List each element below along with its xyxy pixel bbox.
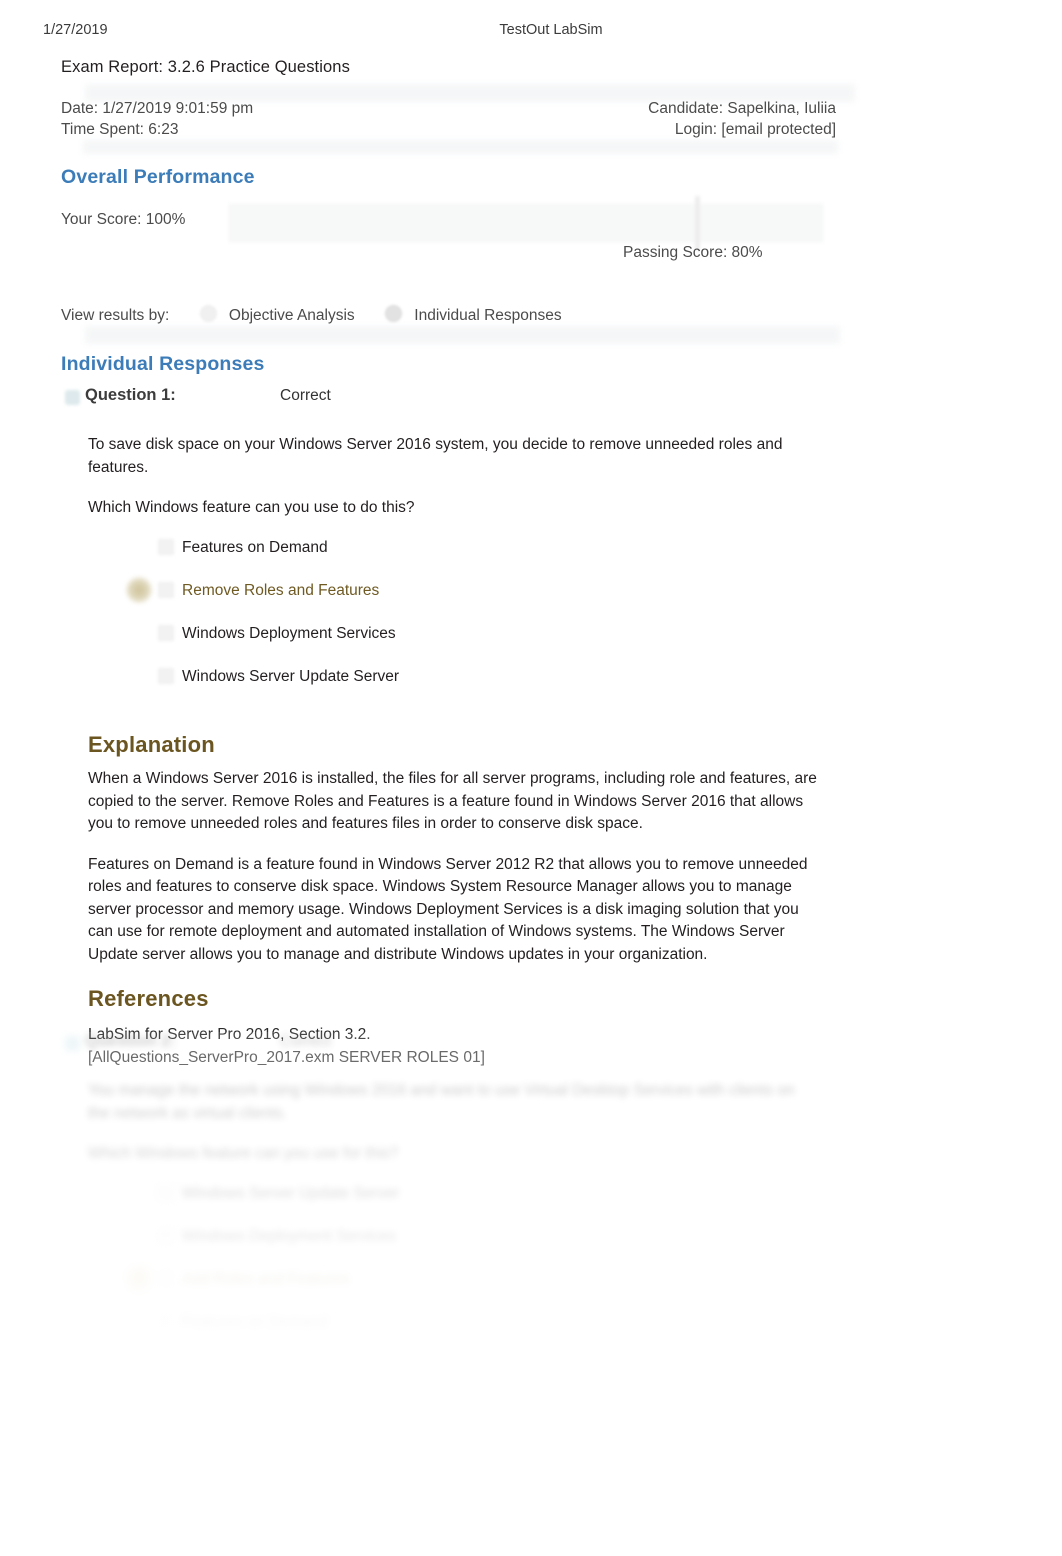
view-results-by: View results by: Objective Analysis Indi… — [61, 305, 572, 325]
answer-radio-icon[interactable] — [158, 1184, 174, 1201]
exam-report-sheet: Exam Report: 3.2.6 Practice Questions Da… — [0, 0, 1062, 1556]
overall-performance-heading: Overall Performance — [61, 166, 255, 188]
page-title: Exam Report: 3.2.6 Practice Questions — [61, 58, 350, 76]
question-stem: To save disk space on your Windows Serve… — [88, 436, 783, 476]
answer-option-label[interactable]: Add Roles and Features — [182, 1271, 349, 1288]
answer-radio-icon[interactable] — [158, 1227, 174, 1244]
question-status: Correct — [280, 387, 331, 404]
answer-option[interactable]: Features on Demand — [88, 1313, 1001, 1356]
answer-options: Windows Server Update Server Windows Dep… — [88, 1184, 1001, 1356]
answer-option-label[interactable]: Windows Server Update Server — [182, 668, 399, 685]
passing-score-marker — [695, 196, 701, 250]
passing-score-label: Passing Score: 80% — [623, 244, 763, 261]
question-body: To save disk space on your Windows Serve… — [88, 434, 1001, 1069]
exam-meta: Date: 1/27/2019 9:01:59 pm Candidate: Sa… — [61, 98, 1001, 140]
radio-individual-responses-icon[interactable] — [384, 305, 402, 322]
your-score-label: Your Score: 100% — [61, 211, 186, 228]
answer-option[interactable]: Windows Deployment Services — [88, 624, 1001, 667]
scan-wash-band — [85, 326, 840, 344]
answer-radio-icon[interactable] — [158, 1313, 174, 1330]
individual-responses-heading: Individual Responses — [61, 353, 265, 375]
explanation-heading: Explanation — [88, 731, 215, 757]
answer-option-selected[interactable]: Add Roles and Features — [88, 1265, 1001, 1313]
question-prompt: Which Windows feature can you use to do … — [88, 499, 415, 516]
question-label: Question 1: — [85, 386, 176, 404]
question-prompt: Which Windows feature can you use for th… — [88, 1145, 399, 1162]
question-header: Question 1: Correct — [61, 386, 1001, 412]
answer-radio-icon[interactable] — [158, 538, 174, 555]
answer-option-label[interactable]: Remove Roles and Features — [182, 582, 379, 599]
score-meter-fill — [229, 204, 823, 242]
scan-wash-band — [83, 140, 838, 154]
answer-radio-icon[interactable] — [158, 667, 174, 684]
question-stem: You manage the network using Windows 201… — [88, 1082, 795, 1122]
view-results-label: View results by: — [61, 307, 170, 324]
explanation-paragraph: Features on Demand is a feature found in… — [88, 855, 808, 963]
answer-radio-icon[interactable] — [158, 624, 174, 641]
question-body: You manage the network using Windows 201… — [88, 1080, 1001, 1356]
score-meter — [228, 196, 824, 250]
radio-objective-analysis-label[interactable]: Objective Analysis — [229, 307, 355, 324]
answer-option-label[interactable]: Windows Deployment Services — [182, 1228, 396, 1245]
answer-option-label[interactable]: Features on Demand — [182, 1314, 328, 1331]
exam-candidate: Candidate: Sapelkina, Iuliia — [648, 100, 836, 117]
exam-meta-row: Time Spent: 6:23 Login: [email protected… — [61, 119, 1001, 140]
answer-option[interactable]: Windows Server Update Server — [88, 1184, 1001, 1227]
exam-time-spent: Time Spent: 6:23 — [61, 121, 179, 138]
radio-individual-responses-label[interactable]: Individual Responses — [414, 307, 561, 324]
answer-option-label[interactable]: Features on Demand — [182, 539, 328, 556]
question-block-faded: Question 2: Correct You manage the netwo… — [61, 1032, 1001, 1356]
question-status-icon — [65, 390, 80, 405]
answer-option-selected[interactable]: Remove Roles and Features — [88, 576, 1001, 624]
answer-option[interactable]: Windows Deployment Services — [88, 1227, 1001, 1270]
question-block: Question 1: Correct To save disk space o… — [61, 386, 1001, 1069]
radio-objective-analysis-icon[interactable] — [199, 305, 217, 322]
exam-login: Login: [email protected] — [674, 121, 836, 138]
answer-radio-icon[interactable] — [158, 581, 174, 598]
answer-option[interactable]: Features on Demand — [88, 538, 1001, 581]
reference-item: LabSim for Server Pro 2016, Section 3.2. — [88, 1025, 371, 1043]
references-list: LabSim for Server Pro 2016, Section 3.2.… — [88, 1023, 1001, 1069]
answer-options: Features on Demand Remove Roles and Feat… — [88, 538, 1001, 710]
reference-item: [AllQuestions_ServerPro_2017.exm SERVER … — [88, 1048, 485, 1066]
explanation-paragraph: When a Windows Server 2016 is installed,… — [88, 770, 817, 832]
answer-option-label[interactable]: Windows Deployment Services — [182, 625, 396, 642]
answer-radio-icon[interactable] — [158, 1270, 174, 1287]
selected-answer-marker-icon — [126, 1265, 152, 1292]
exam-meta-row: Date: 1/27/2019 9:01:59 pm Candidate: Sa… — [61, 98, 1001, 119]
selected-answer-marker-icon — [126, 576, 152, 603]
references-heading: References — [88, 986, 209, 1011]
page-break-fade-overlay — [0, 1032, 1062, 1372]
answer-option-label[interactable]: Windows Server Update Server — [182, 1185, 399, 1202]
exam-date: Date: 1/27/2019 9:01:59 pm — [61, 100, 254, 117]
answer-option[interactable]: Windows Server Update Server — [88, 667, 1001, 710]
